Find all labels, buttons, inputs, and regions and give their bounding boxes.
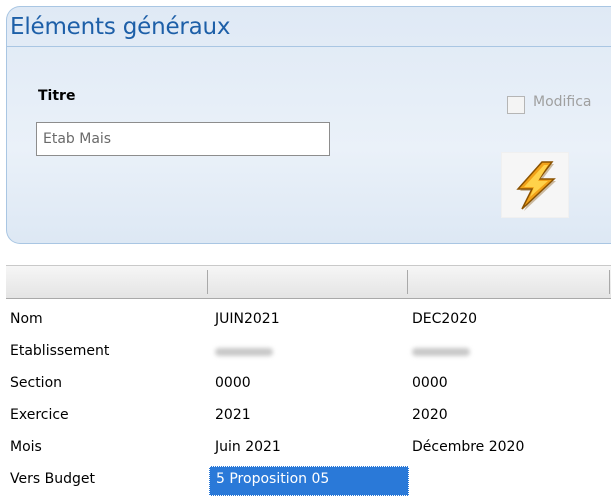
row-label: Vers Budget	[10, 471, 95, 487]
panel-title-divider	[6, 46, 611, 47]
blurred-value[interactable]	[412, 343, 470, 360]
selected-cell-value[interactable]: 5 Proposition 05	[209, 466, 409, 496]
header-separator[interactable]	[609, 270, 610, 294]
grid-row-mois[interactable]: Mois Juin 2021 Décembre 2020	[0, 434, 611, 465]
grid-row-exercice[interactable]: Exercice 2021 2020	[0, 402, 611, 433]
cell-value[interactable]: 2021	[215, 407, 251, 423]
cell-value[interactable]: Décembre 2020	[412, 439, 524, 455]
lightning-button[interactable]	[501, 152, 569, 218]
header-separator[interactable]	[407, 270, 408, 294]
row-label: Etablissement	[10, 343, 110, 359]
blurred-value[interactable]	[215, 343, 273, 360]
grid-row-vers-budget[interactable]: Vers Budget 5 Proposition 05	[0, 466, 611, 497]
cell-value[interactable]: 2020	[412, 407, 448, 423]
cell-value[interactable]: Juin 2021	[215, 439, 281, 455]
cell-value[interactable]: DEC2020	[412, 311, 477, 327]
lightning-bolt-icon	[516, 161, 556, 211]
modification-label: Modifica	[533, 94, 592, 110]
titre-label: Titre	[38, 88, 76, 104]
panel-title: Eléments généraux	[10, 14, 231, 40]
row-label: Mois	[10, 439, 42, 455]
grid-header	[6, 265, 611, 299]
grid-row-etablissement[interactable]: Etablissement	[0, 338, 611, 369]
header-separator[interactable]	[207, 270, 208, 294]
cell-value[interactable]: 0000	[412, 375, 448, 391]
row-label: Nom	[10, 311, 43, 327]
titre-input[interactable]	[36, 122, 330, 156]
row-label: Section	[10, 375, 63, 391]
cell-value[interactable]: 0000	[215, 375, 251, 391]
grid-row-nom[interactable]: Nom JUIN2021 DEC2020	[0, 306, 611, 337]
grid-row-section[interactable]: Section 0000 0000	[0, 370, 611, 401]
cell-value[interactable]: JUIN2021	[215, 311, 280, 327]
modification-checkbox[interactable]	[507, 96, 525, 114]
row-label: Exercice	[10, 407, 69, 423]
